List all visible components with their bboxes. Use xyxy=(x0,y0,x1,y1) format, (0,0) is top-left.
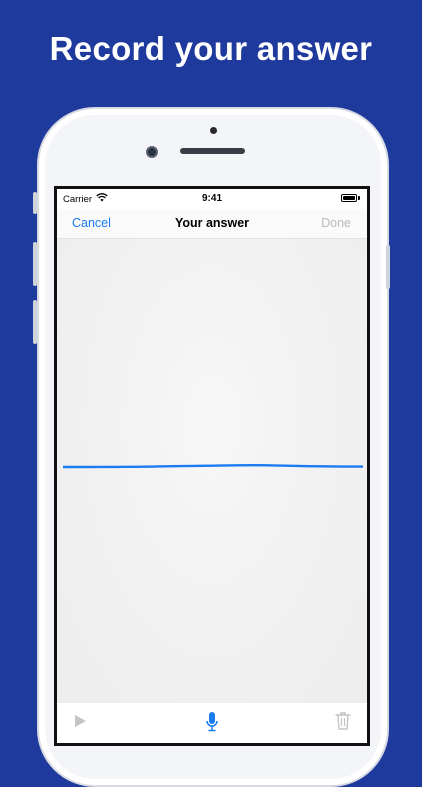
silent-switch xyxy=(33,192,37,214)
microphone-icon[interactable] xyxy=(206,711,218,733)
bottom-toolbar xyxy=(57,703,367,743)
play-icon[interactable] xyxy=(73,714,87,728)
volume-up-button xyxy=(33,242,37,286)
status-bar: Carrier 9:41 xyxy=(57,189,367,209)
phone-screen: Carrier 9:41 Cancel Your answer Done xyxy=(54,186,370,746)
battery-tip xyxy=(358,196,360,200)
audio-waveform xyxy=(63,463,363,469)
trash-icon[interactable] xyxy=(335,711,351,730)
battery-icon xyxy=(341,194,357,202)
earpiece-speaker xyxy=(180,148,245,154)
power-button xyxy=(386,245,390,289)
recording-canvas xyxy=(57,239,367,704)
front-camera xyxy=(146,146,158,158)
navigation-bar: Cancel Your answer Done xyxy=(57,209,367,239)
volume-down-button xyxy=(33,300,37,344)
done-button[interactable]: Done xyxy=(321,216,351,230)
sensor xyxy=(210,127,217,134)
clock-time: 9:41 xyxy=(201,193,222,204)
headline: Record your answer xyxy=(49,30,373,67)
